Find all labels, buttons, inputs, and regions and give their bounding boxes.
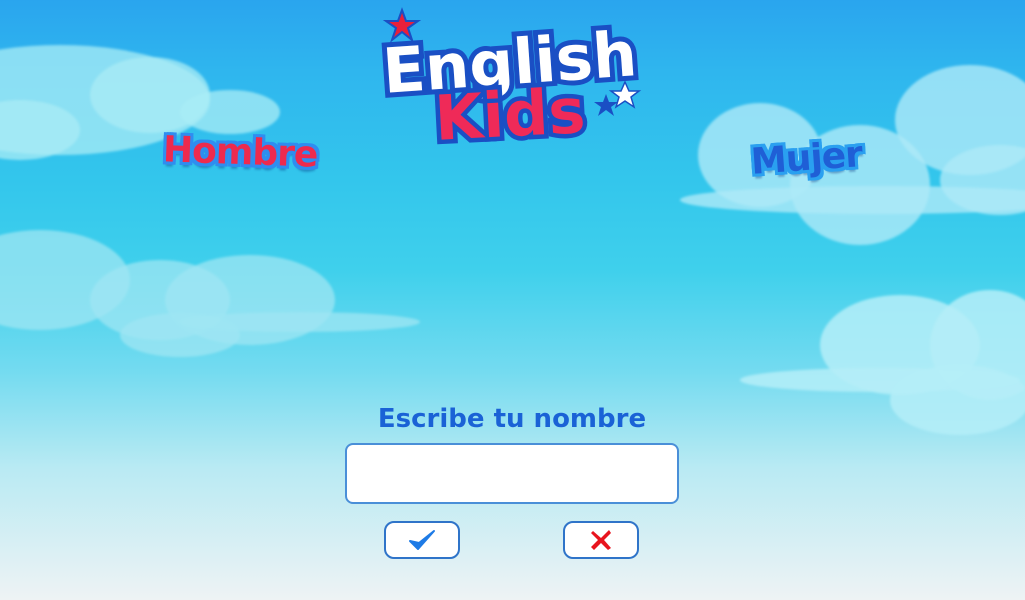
english-kids-logo: English Kids — [380, 7, 644, 156]
gender-option-male[interactable]: Hombre — [162, 129, 318, 175]
blue-star-icon — [594, 94, 618, 116]
cloud-lower-right — [740, 290, 1025, 435]
confirm-button[interactable] — [384, 521, 460, 559]
name-prompt-label: Escribe tu nombre — [377, 404, 647, 434]
cancel-button[interactable] — [563, 521, 639, 559]
cloud-middle-left — [0, 230, 420, 357]
gender-option-female[interactable]: Mujer — [750, 134, 864, 183]
name-input[interactable] — [345, 443, 679, 504]
check-icon — [409, 530, 435, 550]
logo-line2: Kids — [433, 74, 587, 155]
close-icon — [591, 530, 611, 550]
